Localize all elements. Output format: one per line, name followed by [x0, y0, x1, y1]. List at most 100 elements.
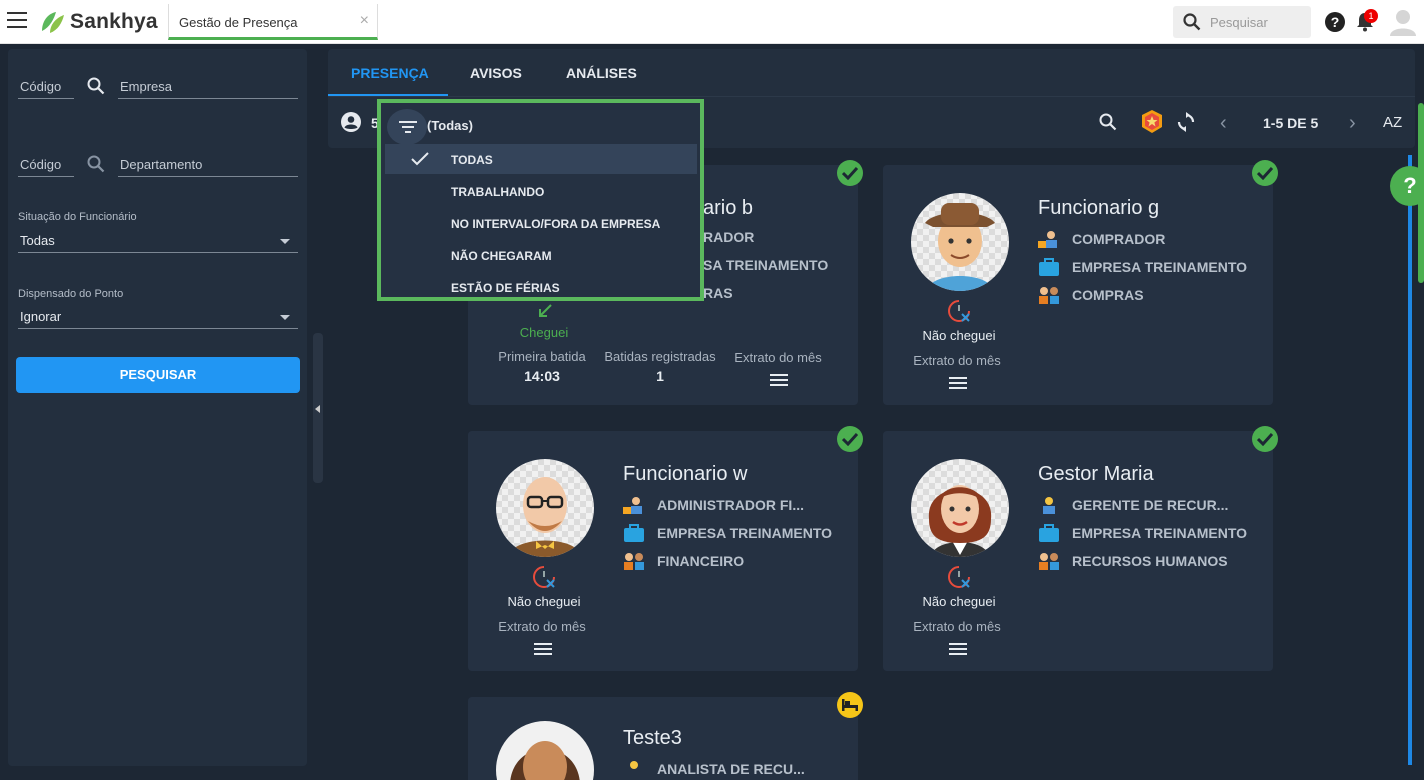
chevron-down-icon	[280, 239, 290, 244]
empresa-label: Empresa	[120, 79, 173, 94]
top-bar: Sankhya Gestão de Presença × Pesquisar ?…	[0, 0, 1424, 44]
briefcase-icon	[1039, 524, 1059, 542]
departamento-code-label: Código	[20, 157, 62, 172]
empresa-code-field[interactable]: Código	[18, 75, 74, 99]
employee-card: Funcionario g COMPRADOR EMPRESA TREINAME…	[883, 165, 1273, 405]
employee-department-row: FINANCEIRO	[623, 551, 744, 571]
employee-role-row: ANALISTA DE RECU...	[623, 759, 805, 779]
tab-analises[interactable]: ANÁLISES	[566, 65, 637, 81]
refresh-icon[interactable]	[1176, 112, 1196, 132]
empresa-search-icon[interactable]	[87, 77, 105, 95]
tab-presenca[interactable]: PRESENÇA	[351, 65, 429, 81]
employee-company: EMPRESA TREINAMENTO	[657, 525, 833, 541]
employee-company: SA TREINAMENTO	[703, 257, 829, 273]
primeira-batida-value: 14:03	[524, 368, 560, 384]
filter-option-label: TRABALHANDO	[451, 185, 545, 199]
empresa-code-label: Código	[20, 79, 62, 94]
employee-role: ADMINISTRADOR FI...	[657, 497, 804, 513]
batidas-value: 1	[656, 368, 664, 384]
chevron-down-icon	[280, 315, 290, 320]
clock-absent-icon	[948, 566, 970, 588]
checked-in-icon	[837, 426, 863, 452]
extrato-label: Extrato do mês	[734, 350, 822, 365]
sidebar-collapse-handle[interactable]	[313, 333, 323, 483]
search-placeholder: Pesquisar	[1210, 15, 1268, 30]
search-icon[interactable]	[1099, 113, 1117, 131]
briefcase-icon	[624, 524, 644, 542]
help-float-button[interactable]: ?	[1390, 166, 1424, 206]
extrato-list-icon[interactable]	[949, 643, 967, 655]
extrato-label: Extrato do mês	[913, 353, 1001, 368]
clock-absent-icon	[533, 566, 555, 588]
employee-avatar	[496, 721, 594, 780]
filter-option-ferias[interactable]: ESTÃO DE FÉRIAS	[385, 272, 697, 302]
hamburger-menu-icon[interactable]	[7, 12, 27, 30]
extrato-list-icon[interactable]	[534, 643, 552, 655]
tab-avisos[interactable]: AVISOS	[470, 65, 522, 81]
filter-option-label: ESTÃO DE FÉRIAS	[451, 281, 560, 295]
checked-in-icon	[837, 160, 863, 186]
employee-company: EMPRESA TREINAMENTO	[1072, 259, 1248, 275]
global-search[interactable]: Pesquisar	[1173, 6, 1311, 38]
status-label: Não cheguei	[922, 594, 996, 609]
next-page-icon[interactable]: ›	[1349, 112, 1356, 135]
batidas-label: Batidas registradas	[604, 349, 716, 364]
departamento-search-icon[interactable]	[87, 155, 105, 173]
employee-avatar	[911, 193, 1009, 291]
role-person-icon	[623, 497, 642, 514]
situacao-select[interactable]: Todas	[18, 229, 298, 253]
role-person-icon	[630, 761, 638, 769]
employee-department: COMPRAS	[1072, 287, 1144, 303]
extrato-list-icon[interactable]	[770, 374, 788, 386]
extrato-list-icon[interactable]	[949, 377, 967, 389]
employee-card: Teste3 ANALISTA DE RECU...	[468, 697, 858, 780]
filter-option-nao-chegaram[interactable]: NÃO CHEGARAM	[385, 240, 697, 270]
situacao-value: Todas	[20, 233, 55, 248]
employee-name: Teste3	[623, 727, 682, 749]
employee-role: RADOR	[703, 229, 755, 245]
filter-icon	[399, 121, 417, 133]
filter-option-todas[interactable]: TODAS	[385, 144, 697, 174]
employee-company-row: EMPRESA TREINAMENTO	[1038, 257, 1247, 277]
sort-az-icon[interactable]: AZ	[1383, 114, 1402, 131]
departamento-field[interactable]: Departamento	[118, 153, 298, 177]
filter-option-no-intervalo[interactable]: NO INTERVALO/FORA DA EMPRESA	[385, 208, 697, 238]
notification-badge: 1	[1364, 9, 1378, 23]
search-icon	[1183, 13, 1201, 31]
employee-name: Gestor Maria	[1038, 463, 1154, 485]
filter-button[interactable]	[387, 109, 427, 145]
sankhya-leaf-icon	[42, 12, 64, 33]
pagination-label: 1-5 DE 5	[1263, 115, 1319, 131]
dispensado-select[interactable]: Ignorar	[18, 305, 298, 329]
help-icon[interactable]: ?	[1325, 12, 1345, 32]
scrollbar[interactable]	[1408, 155, 1412, 765]
brand-logo[interactable]: Sankhya	[38, 9, 158, 35]
collapse-arrow-icon	[315, 405, 320, 413]
status-label: Cheguei	[519, 325, 569, 340]
employee-company-row: EMPRESA TREINAMENTO	[1038, 523, 1247, 543]
prev-page-icon[interactable]: ‹	[1220, 112, 1227, 135]
user-avatar-icon[interactable]	[1390, 8, 1416, 36]
employee-department: RECURSOS HUMANOS	[1072, 553, 1228, 569]
tab-divider	[328, 96, 1415, 97]
status-label: Não cheguei	[507, 594, 581, 609]
filter-option-trabalhando[interactable]: TRABALHANDO	[385, 176, 697, 206]
empresa-field[interactable]: Empresa	[118, 75, 298, 99]
role-person-icon	[1038, 231, 1057, 248]
departamento-code-field[interactable]: Código	[18, 153, 74, 177]
employee-role: GERENTE DE RECUR...	[1072, 497, 1229, 513]
close-tab-icon[interactable]: ×	[360, 12, 369, 30]
checked-in-icon	[1252, 160, 1278, 186]
app-tab-gestao-presenca[interactable]: Gestão de Presença ×	[168, 4, 378, 40]
employee-role-row: ADMINISTRADOR FI...	[623, 495, 804, 515]
team-icon	[624, 553, 644, 570]
employee-department-row: RECURSOS HUMANOS	[1038, 551, 1228, 571]
situacao-label: Situação do Funcionário	[18, 211, 137, 223]
employee-card: Gestor Maria GERENTE DE RECUR... EMPRESA…	[883, 431, 1273, 671]
badge-medal-icon[interactable]	[1140, 109, 1164, 135]
arrow-in-icon	[539, 304, 552, 317]
role-person-icon	[1043, 497, 1055, 514]
employee-avatar	[496, 459, 594, 557]
extrato-label: Extrato do mês	[913, 619, 1001, 634]
pesquisar-button[interactable]: PESQUISAR	[16, 357, 300, 393]
